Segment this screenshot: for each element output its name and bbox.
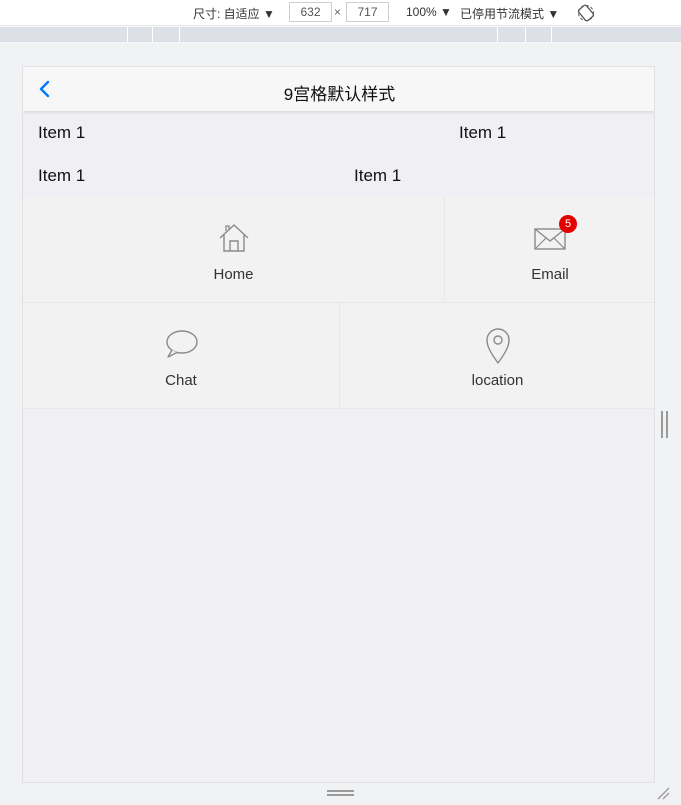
grid-item-location[interactable]: location xyxy=(340,303,654,409)
grid-text-item[interactable]: Item 1 xyxy=(459,123,506,143)
dimensions-dropdown[interactable]: 尺寸: 自适应 ▼ xyxy=(193,5,275,22)
corner-resize-icon[interactable] xyxy=(656,786,670,800)
ruler-divider[interactable] xyxy=(551,27,552,42)
text-grid-row: Item 1 Item 1 xyxy=(23,154,654,197)
grid-text-item[interactable]: Item 1 xyxy=(354,166,401,186)
ruler-divider[interactable] xyxy=(525,27,526,42)
device-viewport: 9宫格默认样式 Item 1 Item 1 Item 1 Item 1 Home xyxy=(22,66,655,783)
throttle-dropdown[interactable]: 已停用节流模式 ▼ xyxy=(460,5,559,22)
grid-item-label: Chat xyxy=(165,372,197,389)
ruler-divider[interactable] xyxy=(497,27,498,42)
page-title: 9宫格默认样式 xyxy=(283,85,396,104)
home-icon xyxy=(217,221,251,255)
grid-item-label: Email xyxy=(531,266,569,283)
location-pin-icon xyxy=(481,327,515,364)
nav-bar: 9宫格默认样式 xyxy=(23,67,654,111)
width-input[interactable]: 632 xyxy=(289,2,332,22)
right-resize-handle[interactable] xyxy=(661,411,668,438)
media-query-bar xyxy=(0,27,681,42)
ruler-divider[interactable] xyxy=(179,27,180,42)
grid-item-label: location xyxy=(471,372,524,389)
bottom-resize-handle[interactable] xyxy=(327,790,354,796)
notification-badge: 5 xyxy=(559,215,577,233)
chat-icon xyxy=(164,327,198,361)
device-toolbar: 尺寸: 自适应 ▼ 632 × 717 100% ▼ 已停用节流模式 ▼ xyxy=(0,0,681,26)
rotate-icon[interactable] xyxy=(577,4,595,22)
zoom-dropdown[interactable]: 100% ▼ xyxy=(406,5,452,19)
icon-grid: Home 5 Email Chat location xyxy=(23,197,654,409)
grid-item-chat[interactable]: Chat xyxy=(23,303,340,409)
ruler-divider[interactable] xyxy=(152,27,153,42)
times-separator: × xyxy=(334,5,342,19)
grid-item-label: Home xyxy=(213,266,254,283)
grid-text-item[interactable]: Item 1 xyxy=(38,123,85,143)
height-input[interactable]: 717 xyxy=(346,2,389,22)
grid-text-item[interactable]: Item 1 xyxy=(38,166,85,186)
ruler-divider[interactable] xyxy=(127,27,128,42)
text-grid-row: Item 1 Item 1 xyxy=(23,111,654,154)
grid-item-home[interactable]: Home xyxy=(23,197,445,303)
grid-item-email[interactable]: 5 Email xyxy=(445,197,654,303)
